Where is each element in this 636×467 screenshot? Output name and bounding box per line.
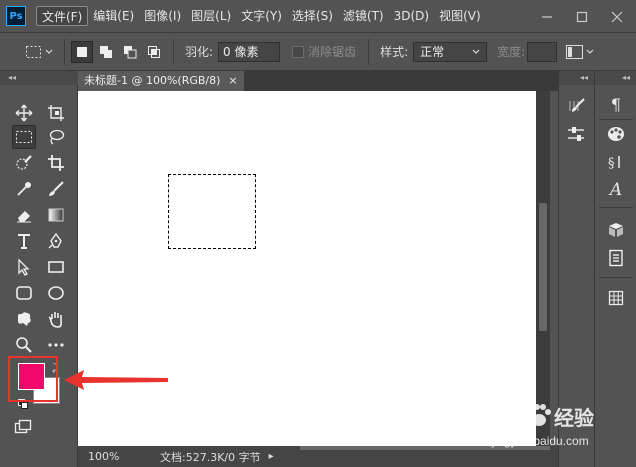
artboard-tool-icon[interactable] bbox=[44, 101, 68, 125]
eyedropper-tool-icon[interactable] bbox=[12, 177, 36, 201]
maximize-icon[interactable] bbox=[565, 0, 599, 33]
brush-settings-icon[interactable] bbox=[562, 123, 590, 145]
divider bbox=[599, 277, 633, 278]
hand-tool-icon[interactable] bbox=[44, 307, 68, 331]
style-value: 正常 bbox=[420, 44, 445, 59]
panel-collapse[interactable]: ◂◂ bbox=[559, 71, 594, 85]
document-canvas[interactable] bbox=[78, 91, 536, 446]
type-tool-icon[interactable] bbox=[12, 229, 36, 253]
crop-tool-icon[interactable] bbox=[44, 151, 68, 175]
chevron-down-icon bbox=[472, 49, 480, 54]
marquee-selection bbox=[168, 174, 256, 249]
menu-filter[interactable]: 滤镜(T) bbox=[338, 6, 389, 26]
annotation-highlight-box bbox=[8, 356, 58, 402]
photoshop-logo: Ps bbox=[6, 6, 26, 26]
baidu-jingyan-watermark: Bai 经验 jingyan.baidu.com bbox=[480, 404, 594, 448]
divider bbox=[368, 38, 370, 65]
intersect-selection-button[interactable] bbox=[143, 41, 165, 63]
menu-file[interactable]: 文件(F) bbox=[36, 6, 89, 26]
vertical-scrollbar[interactable] bbox=[536, 91, 550, 446]
3d-icon[interactable] bbox=[602, 219, 630, 241]
menu-type[interactable]: 文字(Y) bbox=[236, 6, 287, 26]
divider bbox=[173, 38, 174, 65]
paragraph-icon[interactable]: ¶ bbox=[602, 93, 630, 115]
zoom-tool-icon[interactable] bbox=[12, 333, 36, 357]
antialias-checkbox[interactable] bbox=[292, 45, 305, 58]
status-menu-arrow-icon[interactable]: ▸ bbox=[269, 451, 274, 462]
color-palette-icon[interactable] bbox=[602, 123, 630, 145]
glyphs-icon[interactable]: § bbox=[602, 151, 630, 173]
menu-select[interactable]: 选择(S) bbox=[287, 6, 338, 26]
more-tools-icon[interactable] bbox=[44, 333, 68, 357]
menu-layer[interactable]: 图层(L) bbox=[186, 6, 236, 26]
divider bbox=[599, 119, 633, 120]
subtract-selection-button[interactable] bbox=[119, 41, 141, 63]
menu-3d[interactable]: 3D(D) bbox=[389, 6, 434, 26]
menu-edit[interactable]: 编辑(E) bbox=[88, 6, 139, 26]
rectangle-tool-icon[interactable] bbox=[44, 255, 68, 279]
eraser-tool-icon[interactable] bbox=[12, 203, 36, 227]
style-label: 样式: bbox=[380, 45, 409, 59]
divider bbox=[64, 38, 65, 65]
marquee-preset-icon bbox=[26, 45, 53, 58]
divider bbox=[599, 207, 633, 208]
svg-text:§: § bbox=[608, 156, 615, 171]
screen-mode-icon[interactable] bbox=[14, 419, 32, 438]
brush-tool-icon[interactable] bbox=[44, 177, 68, 201]
grid-table-icon[interactable] bbox=[602, 287, 630, 309]
new-selection-button[interactable] bbox=[71, 40, 93, 63]
add-to-selection-button[interactable] bbox=[95, 41, 117, 63]
close-tab-icon[interactable]: × bbox=[228, 71, 237, 91]
tools-panel: ⤸ bbox=[0, 85, 78, 467]
menu-bar: Ps 文件(F) 编辑(E) 图像(I) 图层(L) 文字(Y) 选择(S) 滤… bbox=[0, 0, 636, 33]
antialias-label: 消除锯齿 bbox=[308, 45, 357, 59]
document-info: 文档:527.3K/0 字节 bbox=[160, 450, 261, 464]
toolbar-collapse[interactable]: ◂◂ bbox=[0, 71, 78, 85]
close-icon[interactable] bbox=[600, 0, 634, 33]
width-input[interactable] bbox=[527, 41, 558, 62]
feather-input[interactable]: 0 像素 bbox=[218, 41, 281, 62]
document-tab[interactable]: 未标题-1 @ 100%(RGB/8) × bbox=[78, 71, 244, 91]
properties-icon[interactable] bbox=[602, 247, 630, 269]
zoom-level[interactable]: 100% bbox=[88, 450, 148, 463]
document-tab-strip: 未标题-1 @ 100%(RGB/8) × bbox=[78, 71, 558, 91]
minimize-icon[interactable] bbox=[530, 0, 564, 33]
svg-text:jingyan.baidu.com: jingyan.baidu.com bbox=[491, 434, 589, 448]
annotation-arrow-icon bbox=[64, 370, 168, 390]
gradient-tool-icon[interactable] bbox=[44, 203, 68, 227]
svg-text:Bai: Bai bbox=[480, 405, 514, 430]
width-label: 宽度: bbox=[497, 45, 526, 59]
move-tool-icon[interactable] bbox=[12, 101, 36, 125]
custom-shape-tool-icon[interactable] bbox=[12, 307, 36, 331]
ellipse-tool-icon[interactable] bbox=[44, 281, 68, 305]
menu-view[interactable]: 视图(V) bbox=[434, 6, 486, 26]
path-select-tool-icon[interactable] bbox=[12, 255, 36, 279]
rounded-rect-tool-icon[interactable] bbox=[12, 281, 36, 305]
quick-select-tool-icon[interactable] bbox=[12, 151, 36, 175]
pen-tool-icon[interactable] bbox=[44, 229, 68, 253]
panel-collapse[interactable]: ◂◂ bbox=[595, 71, 636, 85]
document-tab-title: 未标题-1 @ 100%(RGB/8) bbox=[84, 74, 221, 87]
vertical-scroll-thumb[interactable] bbox=[539, 203, 547, 331]
options-bar: 羽化: 0 像素 消除锯齿 样式: 正常 宽度: bbox=[0, 33, 636, 71]
character-icon[interactable]: A bbox=[602, 179, 630, 201]
tool-preset-picker[interactable] bbox=[20, 45, 58, 59]
panel-layout-button[interactable] bbox=[565, 44, 595, 60]
feather-label: 羽化: bbox=[185, 45, 214, 59]
panel-layout-icon bbox=[566, 44, 594, 59]
style-select[interactable]: 正常 bbox=[413, 41, 488, 62]
lasso-tool-icon[interactable] bbox=[44, 125, 68, 149]
rect-marquee-tool-icon[interactable] bbox=[12, 125, 36, 149]
menu-image[interactable]: 图像(I) bbox=[139, 6, 186, 26]
brush-presets-icon[interactable] bbox=[562, 95, 590, 117]
svg-text:经验: 经验 bbox=[554, 406, 594, 430]
